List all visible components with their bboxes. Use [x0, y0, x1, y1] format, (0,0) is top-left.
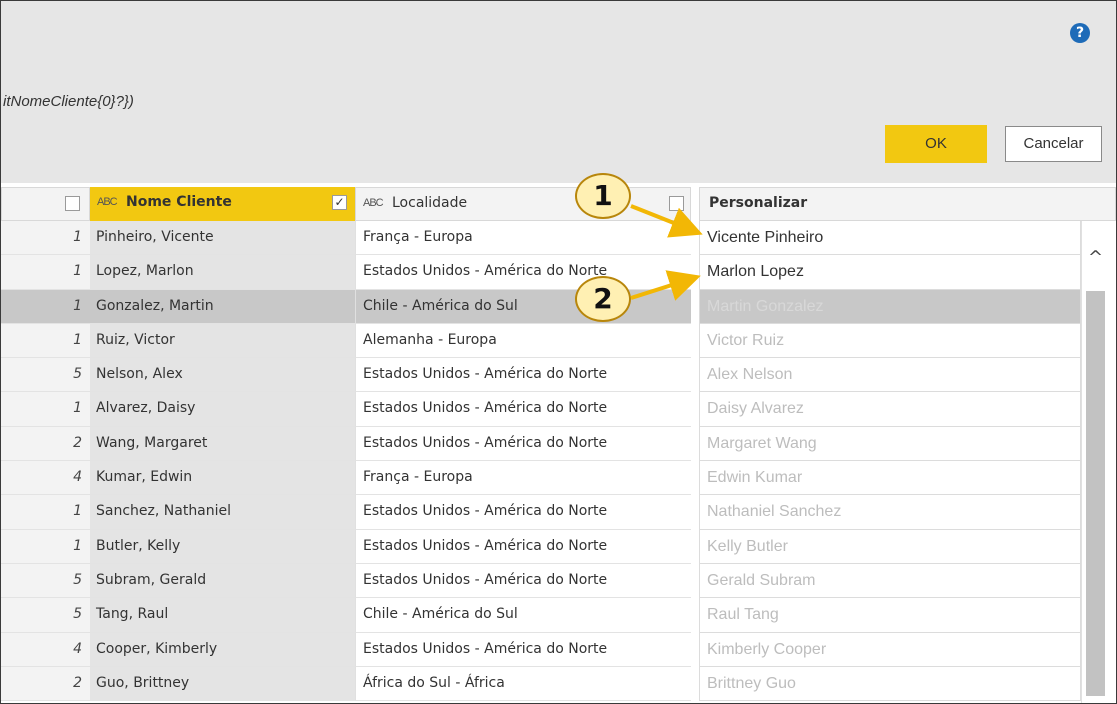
row-index-cell: 1	[1, 392, 90, 427]
vertical-scrollbar[interactable]: ^	[1081, 221, 1107, 703]
nome-cliente-cell: Butler, Kelly	[90, 529, 355, 564]
nome-cliente-cell: Guo, Brittney	[90, 666, 355, 702]
callout-badge-1: 1	[575, 173, 631, 219]
localidade-cell: Estados Unidos - América do Norte	[355, 632, 691, 667]
index-column-header[interactable]	[1, 187, 90, 221]
chevron-up-icon[interactable]: ^	[1088, 247, 1103, 268]
personalizar-cell[interactable]: Daisy Alvarez	[699, 392, 1081, 427]
personalizar-cell[interactable]: Raul Tang	[699, 598, 1081, 633]
localidade-cell: França - Europa	[355, 461, 691, 496]
localidade-cell: Estados Unidos - América do Norte	[355, 358, 691, 393]
nome-cliente-cell: Pinheiro, Vicente	[90, 221, 355, 256]
table-row[interactable]: 4 Cooper, Kimberly Estados Unidos - Améric…	[1, 632, 691, 667]
row-index-cell: 1	[1, 529, 90, 564]
index-column-checkbox[interactable]	[65, 196, 80, 211]
personalizar-cell[interactable]: Marlon Lopez	[699, 255, 1081, 290]
table-row[interactable]: 5 Subram, Gerald Estados Unidos - América …	[1, 563, 691, 599]
localidade-cell: África do Sul - África	[355, 666, 691, 702]
row-index-cell: 4	[1, 461, 90, 496]
nome-cliente-column-header[interactable]: ABC Nome Cliente ✓	[90, 187, 355, 221]
row-index-cell: 2	[1, 426, 90, 462]
personalizar-cell[interactable]: Margaret Wang	[699, 426, 1081, 462]
localidade-cell: França - Europa	[355, 221, 691, 256]
table-row[interactable]: 2 Wang, Margaret Estados Unidos - América …	[1, 426, 691, 462]
nome-cliente-cell: Ruiz, Victor	[90, 323, 355, 359]
personalizar-cell[interactable]: Nathaniel Sanchez	[699, 495, 1081, 530]
personalizar-cell[interactable]: Vicente Pinheiro	[699, 221, 1081, 256]
table-row[interactable]: 1 Sanchez, Nathaniel Estados Unidos - Amér…	[1, 495, 691, 530]
scrollbar-thumb[interactable]	[1086, 291, 1105, 696]
table-row[interactable]: 1 Alvarez, Daisy Estados Unidos - América …	[1, 392, 691, 427]
personalizar-header-label: Personalizar	[709, 195, 808, 211]
localidade-column-header[interactable]: ABC Localidade	[355, 187, 691, 221]
row-index-cell: 1	[1, 495, 90, 530]
column-from-examples-dialog: ? itNomeCliente{0}?}) OK Cancelar ABC No…	[0, 0, 1117, 704]
personalizar-rows: Vicente Pinheiro Marlon Lopez Martin Gonza…	[699, 221, 1081, 702]
nome-cliente-cell: Tang, Raul	[90, 598, 355, 633]
personalizar-cell[interactable]: Gerald Subram	[699, 563, 1081, 599]
table-row[interactable]: 5 Tang, Raul Chile - América do Sul	[1, 598, 691, 633]
nome-cliente-cell: Kumar, Edwin	[90, 461, 355, 496]
table-row[interactable]: 1 Ruiz, Victor Alemanha - Europa	[1, 323, 691, 359]
personalizar-cell[interactable]: Kimberly Cooper	[699, 632, 1081, 667]
nome-cliente-cell: Gonzalez, Martin	[90, 289, 355, 324]
localidade-cell: Estados Unidos - América do Norte	[355, 255, 691, 290]
nome-cliente-cell: Cooper, Kimberly	[90, 632, 355, 667]
personalizar-cell[interactable]: Kelly Butler	[699, 529, 1081, 564]
cancel-button[interactable]: Cancelar	[1005, 126, 1102, 162]
row-index-cell: 1	[1, 289, 90, 324]
table-row[interactable]: 1 Butler, Kelly Estados Unidos - América d…	[1, 529, 691, 564]
nome-cliente-cell: Sanchez, Nathaniel	[90, 495, 355, 530]
row-index-cell: 5	[1, 563, 90, 599]
row-index-cell: 1	[1, 255, 90, 290]
nome-cliente-cell: Wang, Margaret	[90, 426, 355, 462]
row-index-cell: 4	[1, 632, 90, 667]
localidade-cell: Alemanha - Europa	[355, 323, 691, 359]
personalizar-cell[interactable]: Brittney Guo	[699, 666, 1081, 702]
personalizar-cell[interactable]: Victor Ruiz	[699, 323, 1081, 359]
personalizar-column-header[interactable]: Personalizar	[699, 187, 1116, 221]
help-icon[interactable]: ?	[1070, 23, 1090, 43]
table-row[interactable]: 2 Guo, Brittney África do Sul - África	[1, 666, 691, 702]
localidade-cell: Estados Unidos - América do Norte	[355, 392, 691, 427]
table-row[interactable]: 5 Nelson, Alex Estados Unidos - América do…	[1, 358, 691, 393]
personalizar-cell[interactable]: Alex Nelson	[699, 358, 1081, 393]
text-type-icon: ABC	[363, 197, 384, 209]
row-index-cell: 1	[1, 221, 90, 256]
formula-text: itNomeCliente{0}?})	[3, 93, 134, 110]
localidade-cell: Estados Unidos - América do Norte	[355, 426, 691, 462]
table-row[interactable]: 4 Kumar, Edwin França - Europa	[1, 461, 691, 496]
ok-button[interactable]: OK	[885, 125, 987, 163]
localidade-cell: Estados Unidos - América do Norte	[355, 495, 691, 530]
row-index-cell: 1	[1, 323, 90, 359]
nome-cliente-cell: Alvarez, Daisy	[90, 392, 355, 427]
personalizar-cell[interactable]: Martin Gonzalez	[699, 289, 1081, 324]
table-row[interactable]: 1 Pinheiro, Vicente França - Europa	[1, 221, 691, 256]
text-type-icon: ABC	[97, 196, 118, 208]
localidade-cell: Estados Unidos - América do Norte	[355, 529, 691, 564]
dialog-top-area: ? itNomeCliente{0}?}) OK Cancelar	[1, 1, 1116, 183]
row-index-cell: 5	[1, 358, 90, 393]
localidade-cell: Chile - América do Sul	[355, 598, 691, 633]
nome-cliente-cell: Nelson, Alex	[90, 358, 355, 393]
nome-cliente-cell: Lopez, Marlon	[90, 255, 355, 290]
nome-cliente-cell: Subram, Gerald	[90, 563, 355, 599]
personalizar-cell[interactable]: Edwin Kumar	[699, 461, 1081, 496]
localidade-cell: Chile - América do Sul	[355, 289, 691, 324]
row-index-cell: 2	[1, 666, 90, 702]
data-grid: ABC Nome Cliente ✓ ABC Localidade Person…	[1, 183, 1116, 703]
localidade-checkbox[interactable]	[669, 196, 684, 211]
localidade-header-label: Localidade	[392, 195, 468, 211]
nome-cliente-checkbox[interactable]: ✓	[332, 195, 347, 210]
nome-cliente-header-label: Nome Cliente	[126, 194, 232, 210]
callout-badge-2: 2	[575, 276, 631, 322]
localidade-cell: Estados Unidos - América do Norte	[355, 563, 691, 599]
row-index-cell: 5	[1, 598, 90, 633]
